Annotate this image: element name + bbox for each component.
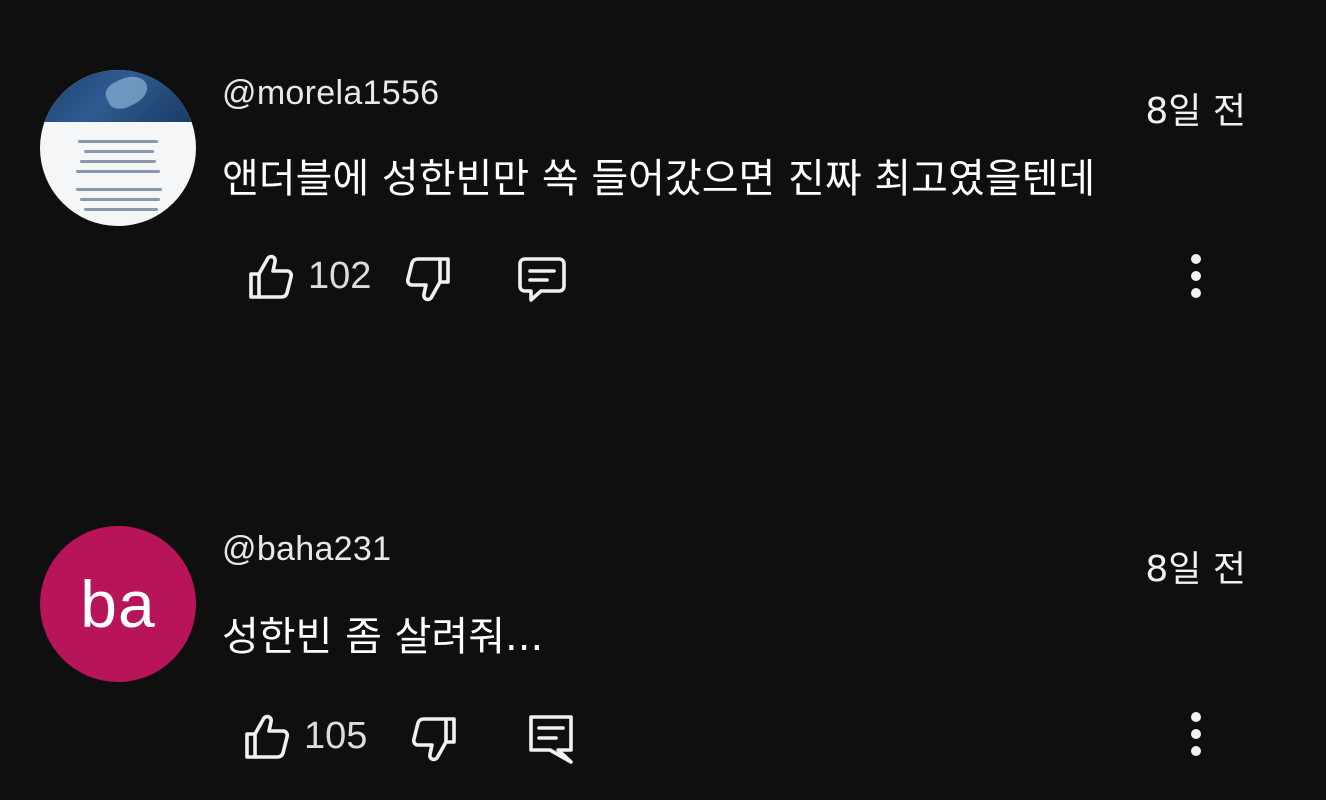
reply-icon bbox=[518, 257, 566, 302]
thumbs-up-icon bbox=[249, 254, 294, 299]
comment-timestamp: 8일 전 bbox=[1145, 91, 1246, 132]
more-vert-icon[interactable] bbox=[1186, 254, 1206, 298]
comment-author-handle[interactable]: @baha231 bbox=[222, 530, 391, 569]
comment-item: ba @baha231 8일 전 성한빈 좀 살려줘... 105 bbox=[0, 400, 1326, 800]
like-count: 105 bbox=[304, 714, 368, 757]
like-button[interactable]: 102 bbox=[248, 252, 371, 300]
avatar[interactable] bbox=[40, 70, 196, 226]
dislike-button[interactable] bbox=[411, 716, 457, 764]
avatar-letters: ba bbox=[80, 567, 156, 641]
comment-timestamp: 8일 전 bbox=[1145, 549, 1246, 590]
comment-author-handle[interactable]: @morela1556 bbox=[222, 74, 439, 113]
like-count: 102 bbox=[308, 254, 372, 297]
reply-icon bbox=[529, 715, 573, 764]
comment-text: 성한빈 좀 살려줘... bbox=[222, 614, 544, 660]
comment-item: @morela1556 8일 전 앤더블에 성한빈만 쏙 들어갔으면 진짜 최고… bbox=[0, 0, 1326, 400]
thumbs-up-icon bbox=[245, 714, 290, 759]
avatar[interactable]: ba bbox=[40, 526, 196, 682]
more-vert-icon[interactable] bbox=[1186, 712, 1206, 756]
comment-text: 앤더블에 성한빈만 쏙 들어갔으면 진짜 최고였을텐데 bbox=[222, 156, 1096, 202]
reply-button[interactable] bbox=[517, 256, 567, 304]
reply-button[interactable] bbox=[528, 714, 574, 766]
dislike-button[interactable] bbox=[405, 256, 451, 304]
like-button[interactable]: 105 bbox=[244, 712, 367, 760]
thumbs-down-icon bbox=[411, 717, 456, 762]
thumbs-down-icon bbox=[405, 257, 450, 302]
